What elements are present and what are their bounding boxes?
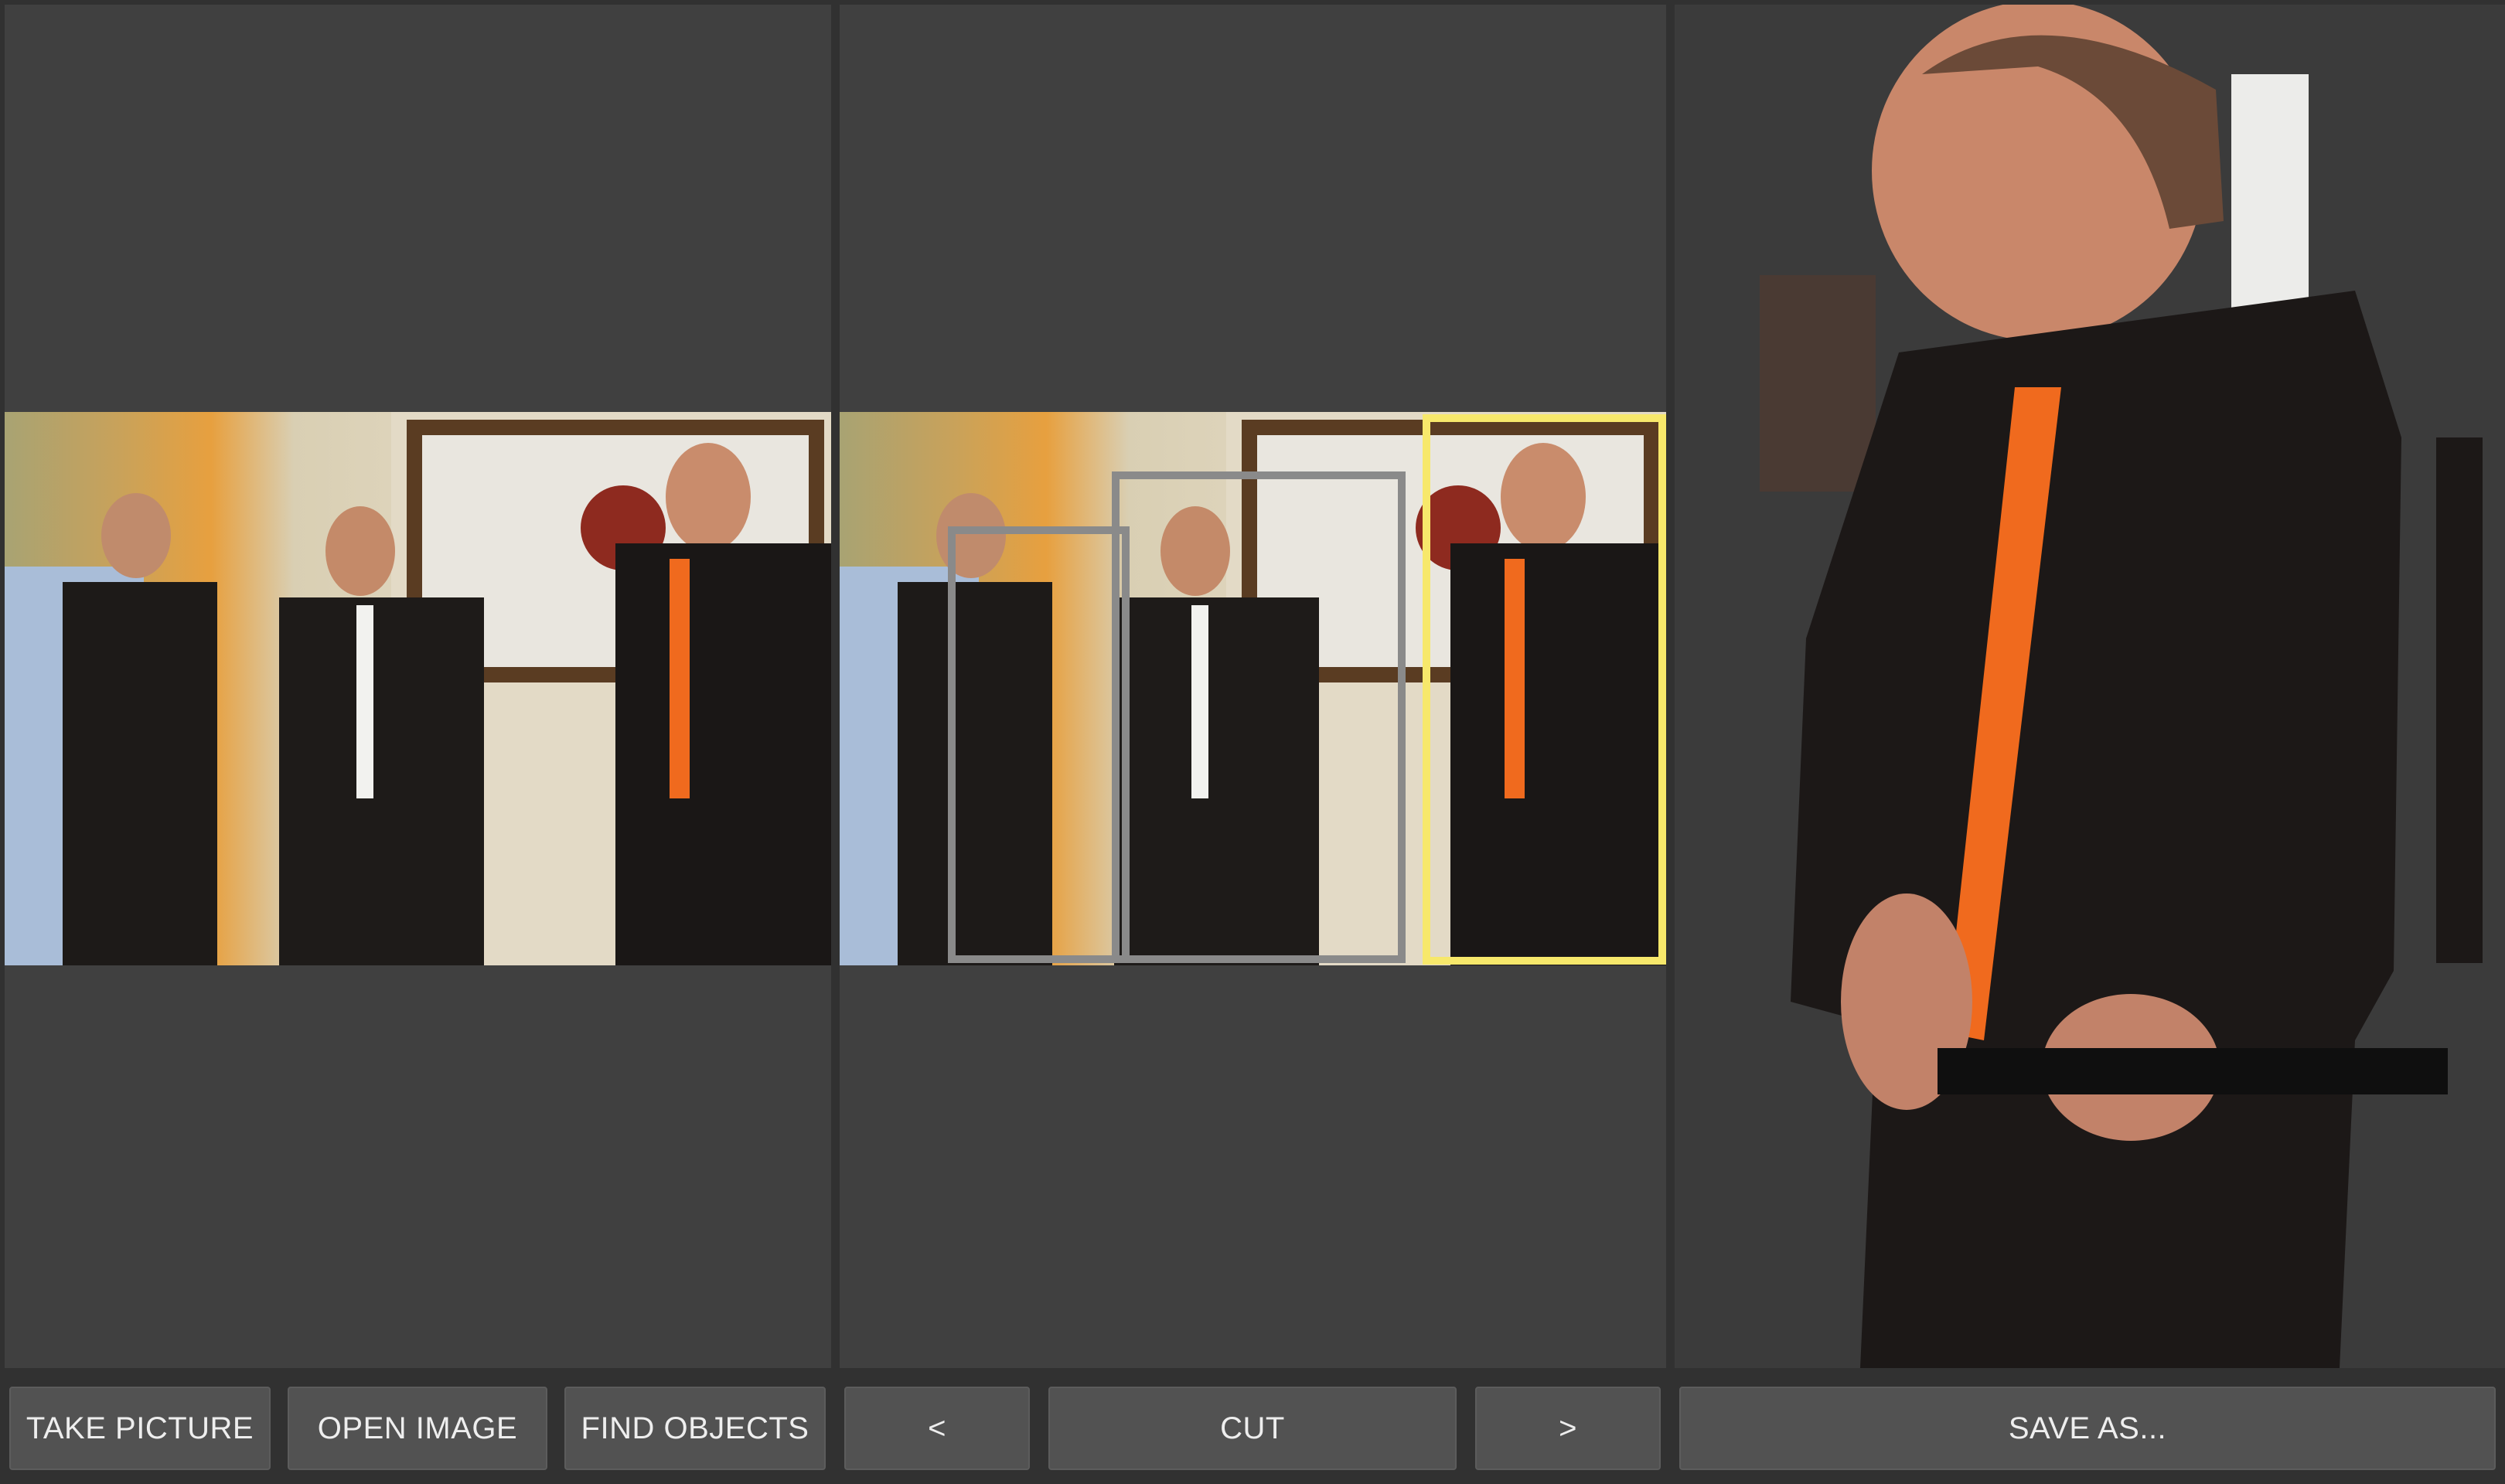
cut-button[interactable]: CUT (1048, 1387, 1457, 1470)
source-photo-image (5, 412, 831, 965)
source-photo (5, 412, 831, 965)
previous-object-button[interactable]: < (844, 1387, 1030, 1470)
open-image-button[interactable]: OPEN IMAGE (288, 1387, 547, 1470)
detection-box-1[interactable] (948, 526, 1130, 963)
save-as-button[interactable]: SAVE AS... (1679, 1387, 2496, 1470)
source-image-panel (5, 5, 831, 1368)
next-object-button[interactable]: > (1475, 1387, 1661, 1470)
detection-box-2[interactable] (1112, 471, 1406, 963)
detection-panel (840, 5, 1666, 1368)
cutout-image (1760, 5, 2483, 1368)
detection-box-selected[interactable] (1423, 414, 1666, 965)
take-picture-button[interactable]: TAKE PICTURE (9, 1387, 271, 1470)
find-objects-button[interactable]: FIND OBJECTS (564, 1387, 826, 1470)
cutout-preview-panel (1675, 5, 2505, 1368)
